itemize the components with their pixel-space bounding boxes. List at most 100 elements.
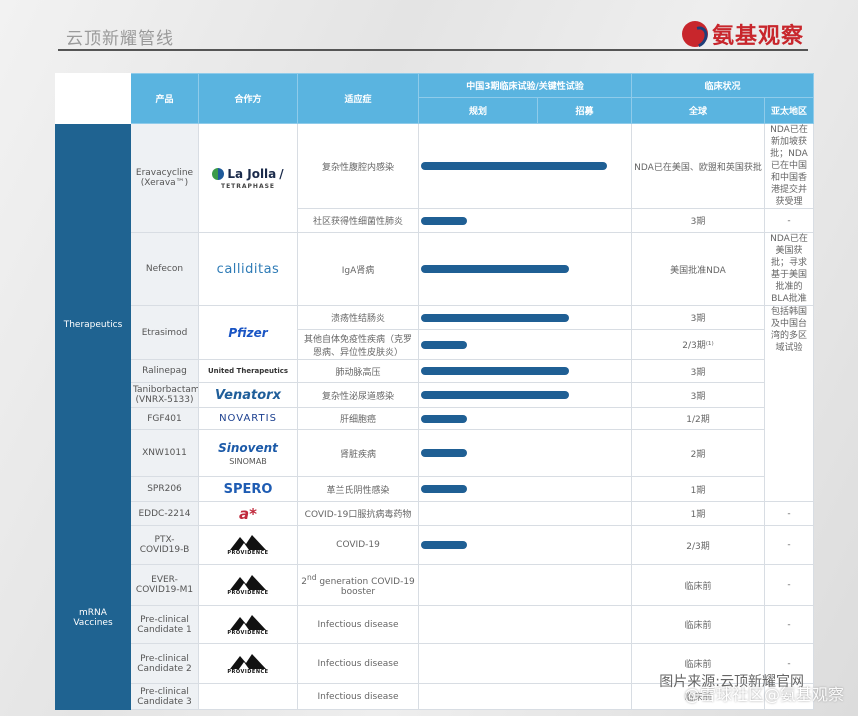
table-row: Pre-clinical Candidate 1 PROVIDENCE Infect…: [56, 605, 815, 644]
indication: 革兰氏阴性感染: [297, 476, 419, 502]
indication: 肾脏疾病: [297, 429, 419, 477]
partner-cell: a*: [198, 501, 298, 526]
apac-status: NDA已在新加坡获批；NDA已在中国和中国香港提交并获受理: [763, 123, 815, 209]
brand-logo: 氨基观察: [681, 18, 804, 50]
partner-logo-novartis: NOVARTIS: [219, 413, 277, 424]
indication: IgA肾病: [297, 232, 419, 306]
col-planned: 规划: [418, 97, 538, 124]
table-row: Taniborbactam (VNRX-5133) Venatorx 复杂性泌尿道感…: [56, 382, 814, 408]
indication: 2nd generation COVID-19 booster: [297, 564, 419, 606]
product-name: Pre-clinical Candidate 1: [130, 605, 199, 644]
partner-cell: PROVIDENCE: [198, 643, 298, 684]
indication: 复杂性腹腔内感染: [297, 123, 419, 209]
col-china-trials: 中国3期临床试验/关键性试验: [418, 73, 632, 98]
brand-icon: [681, 21, 708, 47]
partner-cell: La Jolla / TETRAPHASE: [198, 123, 298, 233]
china-trial-progress: [418, 501, 632, 526]
col-product: 产品: [130, 73, 199, 124]
global-status: 3期: [631, 382, 765, 408]
progress-bar: [421, 367, 569, 375]
table-row: FGF401 NOVARTIS 肝细胞癌 1/2期: [56, 407, 814, 430]
col-enrolling: 招募: [537, 97, 632, 124]
apac-status: -: [763, 501, 815, 526]
apac-status: -: [763, 605, 815, 644]
global-status: 3期: [631, 208, 765, 233]
indication: COVID-19口服抗病毒药物: [297, 501, 419, 526]
partner-cell: [198, 683, 298, 710]
product-name: Taniborbactam (VNRX-5133): [130, 382, 199, 408]
progress-bar: [421, 541, 467, 549]
partner-cell: United Therapeutics: [198, 359, 298, 383]
china-trial-progress: [418, 232, 632, 306]
china-trial-progress: [418, 525, 632, 565]
progress-bar: [421, 216, 467, 225]
indication: 复杂性泌尿道感染: [297, 382, 419, 408]
global-status: 1/2期: [631, 407, 765, 430]
china-trial-progress: [418, 683, 632, 710]
col-clinical-status: 临床状况: [630, 73, 815, 98]
category-mrna-vaccines: mRNA Vaccines: [55, 525, 131, 710]
progress-bar: [421, 449, 467, 457]
global-status: 2/3期: [631, 525, 765, 565]
china-trial-progress: [418, 605, 632, 644]
brand-name: 氨基观察: [711, 24, 804, 49]
product-name: Ralinepag: [130, 359, 199, 383]
col-indication: 适应症: [297, 73, 419, 124]
product-name: Etrasimod: [130, 305, 199, 360]
partner-logo-providence: PROVIDENCE: [201, 653, 295, 675]
mountain-icon: [230, 575, 266, 590]
partner-logo-providence: PROVIDENCE: [201, 574, 295, 596]
partner-logo-providence: PROVIDENCE: [201, 614, 295, 636]
indication: 社区获得性细菌性肺炎: [297, 208, 419, 233]
mountain-icon: [230, 535, 266, 550]
table-row: EVER-COVID19-M1 PROVIDENCE 2nd generation …: [56, 564, 815, 606]
partner-cell: Pfizer: [198, 305, 298, 360]
china-trial-progress: [418, 407, 632, 430]
partner-logo-spero: SPERO: [223, 481, 273, 497]
indication: 溃疡性结肠炎: [297, 305, 419, 330]
global-status: 3期: [631, 359, 765, 383]
progress-bar: [421, 391, 569, 399]
china-trial-progress: [418, 382, 632, 408]
col-apac: 亚太地区: [763, 97, 815, 124]
china-trial-progress: [418, 429, 632, 477]
product-name: Pre-clinical Candidate 2: [130, 643, 199, 684]
china-trial-progress: [418, 564, 632, 606]
partner-logo-united-therapeutics: United Therapeutics: [207, 367, 289, 375]
partner-cell: Sinovent SINOMAB: [198, 429, 298, 477]
partner-cell: PROVIDENCE: [198, 564, 298, 606]
partner-cell: calliditas: [198, 232, 298, 306]
indication: 其他自体免疫性疾病（克罗恩病、异位性皮肤炎）: [297, 329, 419, 360]
table-row: EDDC-2214 a* COVID-19口服抗病毒药物 1期 -: [56, 501, 815, 526]
partner-logo-providence: PROVIDENCE: [201, 534, 295, 556]
global-status: 2/3期⁽¹⁾: [631, 329, 765, 360]
progress-bar: [421, 340, 467, 349]
china-trial-progress: [418, 476, 632, 502]
indication: COVID-19: [297, 525, 419, 565]
partner-cell: PROVIDENCE: [198, 605, 298, 644]
page-title: 云顶新耀管线: [66, 29, 174, 49]
table-row: XNW1011 Sinovent SINOMAB 肾脏疾病 2期: [56, 429, 814, 477]
china-trial-progress: [418, 359, 632, 383]
product-name: Pre-clinical Candidate 3: [130, 683, 199, 710]
global-status: 1期: [631, 476, 765, 502]
product-name: Eravacycline (Xerava™): [130, 123, 199, 233]
lajolla-logo-icon: [212, 167, 225, 180]
table-row: SPR206 SPERO 革兰氏阴性感染 1期: [56, 476, 814, 502]
apac-status: -: [763, 525, 815, 565]
progress-bar: [421, 265, 569, 273]
table-row: mRNA Vaccines PTX-COVID19-B PROVIDENCE COVI…: [55, 525, 815, 710]
product-name: FGF401: [130, 407, 199, 430]
partner-cell: Venatorx: [198, 382, 298, 408]
indication: 肝细胞癌: [297, 407, 419, 430]
china-trial-progress: [418, 643, 632, 684]
partner-logo-venatorx: Venatorx: [215, 387, 281, 403]
product-name: SPR206: [130, 476, 199, 502]
china-trial-progress: [418, 208, 632, 233]
mountain-icon: [230, 653, 266, 669]
indication: Infectious disease: [297, 605, 419, 644]
product-name: XNW1011: [130, 429, 199, 477]
table-row: Therapeutics Eravacycline (Xerava™) La Jol…: [55, 123, 815, 526]
apac-status: -: [763, 564, 815, 606]
table-row: Nefecon calliditas IgA肾病 美国批准NDA NDA已在美国获批；寻…: [56, 232, 815, 306]
